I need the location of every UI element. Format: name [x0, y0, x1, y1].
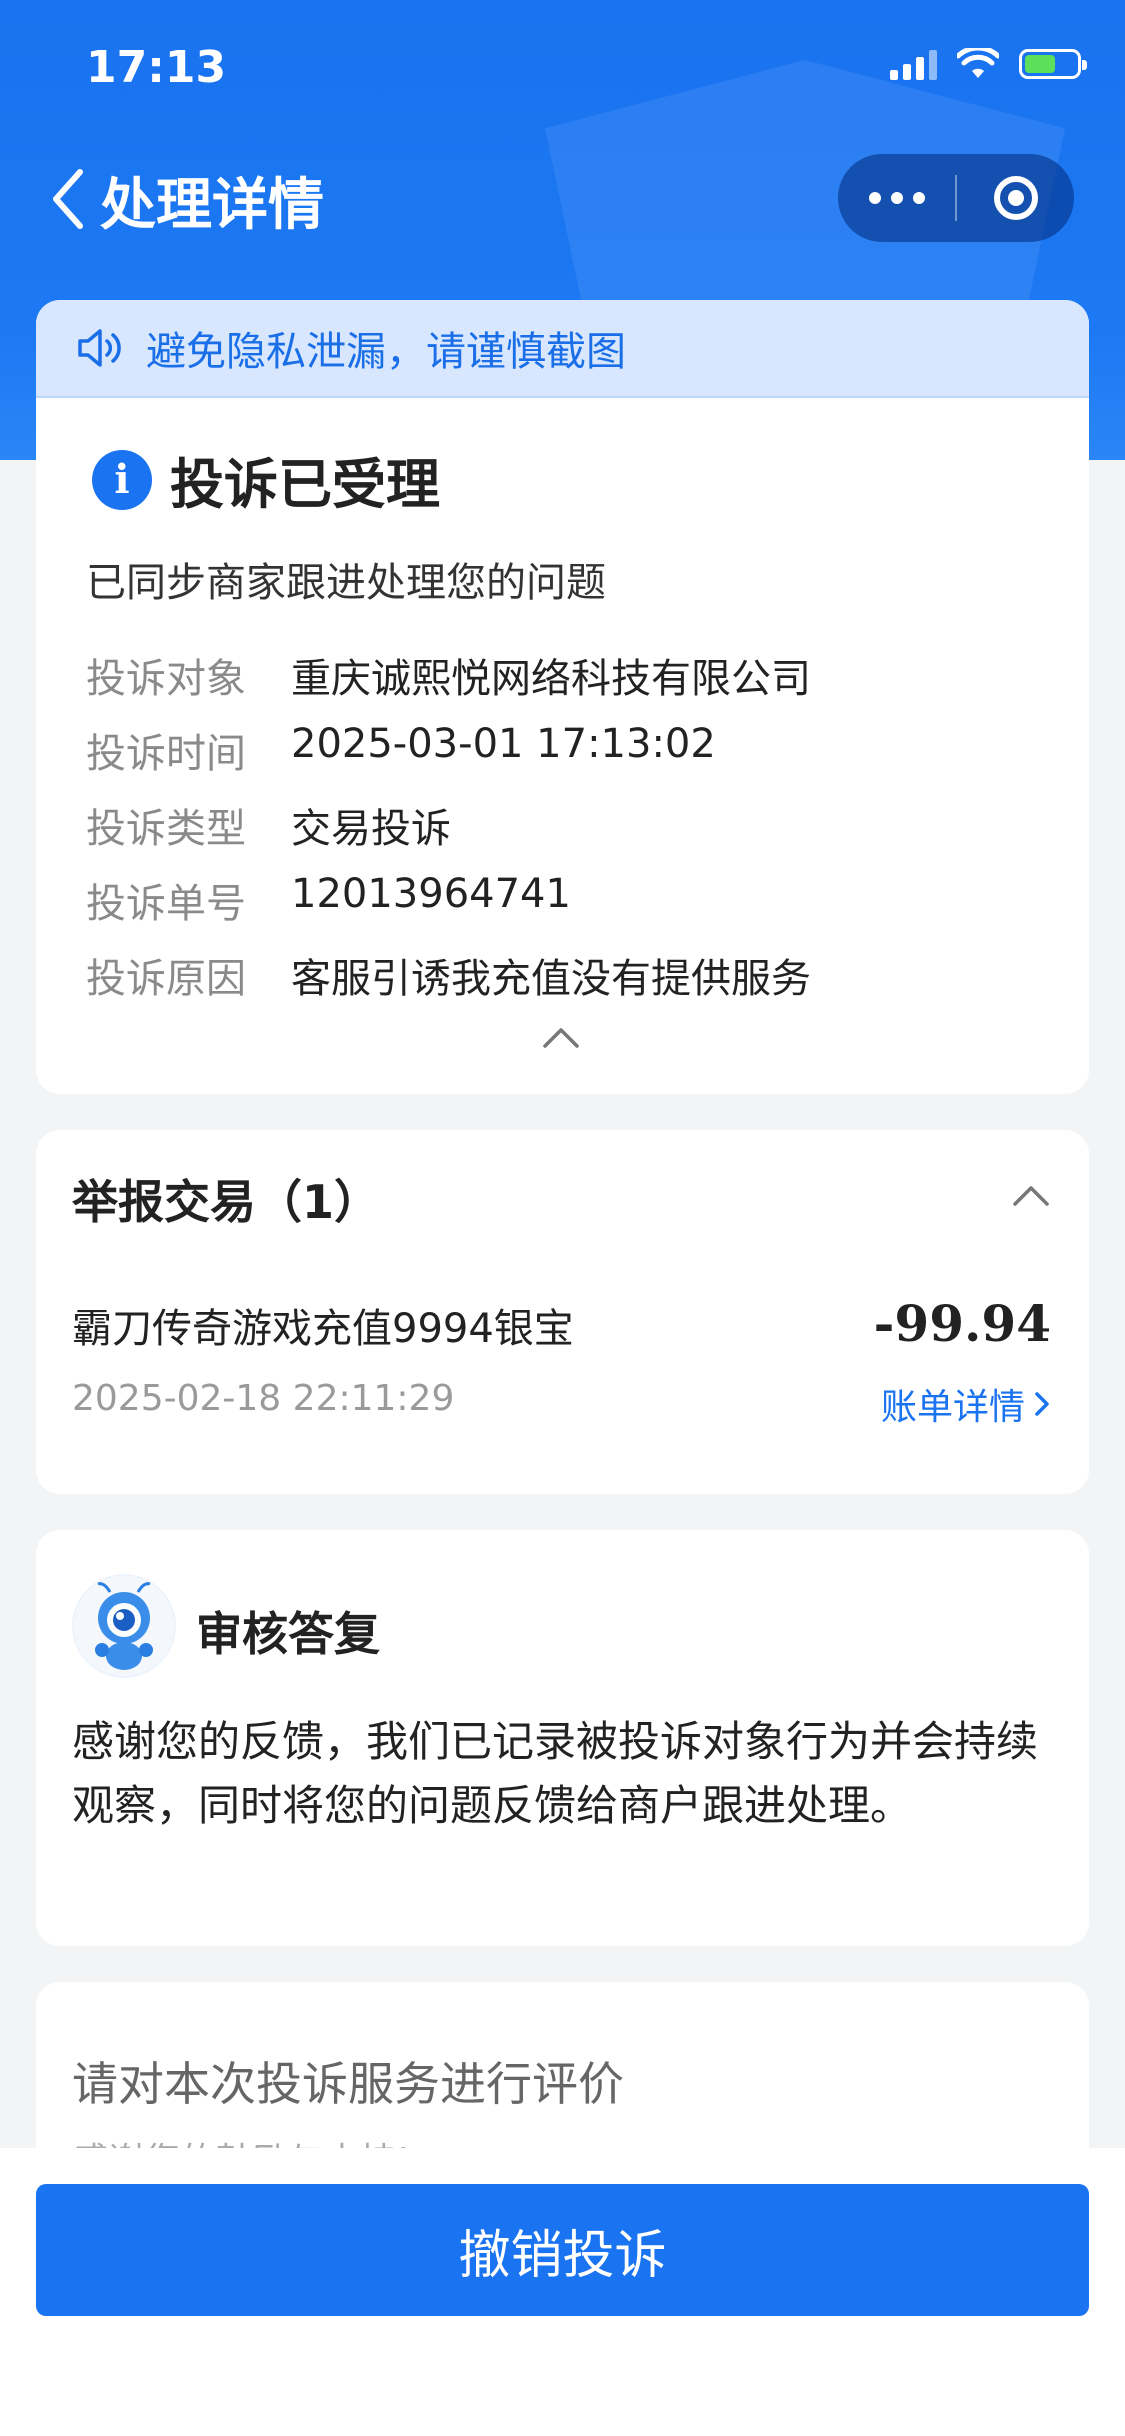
field-value: 12013964741 — [291, 871, 571, 917]
signal-icon — [890, 48, 937, 80]
transaction-name: 霸刀传奇游戏充值9994银宝 — [72, 1306, 574, 1352]
rating-title: 请对本次投诉服务进行评价 — [72, 2057, 624, 2111]
status-title: 投诉已受理 — [170, 453, 440, 516]
field-value: 2025-03-01 17:13:02 — [291, 721, 716, 767]
review-title: 审核答复 — [196, 1607, 380, 1661]
complaint-status-card: 避免隐私泄漏，请谨慎截图 i 投诉已受理 已同步商家跟进处理您的问题 投诉对象 … — [36, 300, 1089, 1094]
page-title: 处理详情 — [100, 173, 324, 238]
transaction-time: 2025-02-18 22:11:29 — [72, 1378, 455, 1419]
bill-details-label: 账单详情 — [880, 1387, 1025, 1428]
field-row: 投诉原因 客服引诱我充值没有提供服务 — [86, 946, 811, 1004]
transaction-amount: -99.94 — [873, 1294, 1051, 1353]
mini-program-capsule — [838, 154, 1074, 242]
chevron-right-icon — [1035, 1392, 1049, 1416]
close-mini-program-button[interactable] — [957, 154, 1074, 242]
field-label: 投诉对象 — [86, 656, 246, 702]
field-row: 投诉单号 12013964741 — [86, 871, 571, 929]
field-value: 重庆诚熙悦网络科技有限公司 — [291, 656, 811, 702]
info-icon: i — [92, 449, 152, 510]
bottom-action-bar: 撤销投诉 — [0, 2148, 1125, 2436]
field-label: 投诉时间 — [86, 731, 246, 777]
privacy-notice-text: 避免隐私泄漏，请谨慎截图 — [146, 329, 626, 375]
privacy-notice: 避免隐私泄漏，请谨慎截图 — [36, 300, 1089, 398]
field-label: 投诉原因 — [86, 956, 246, 1002]
chevron-up-icon[interactable] — [1011, 1180, 1051, 1210]
status-icons — [890, 48, 1087, 80]
status-subline: 已同步商家跟进处理您的问题 — [86, 560, 606, 606]
robot-avatar — [72, 1574, 176, 1678]
field-label: 投诉单号 — [86, 881, 246, 927]
reported-transactions-card: 举报交易（1） 霸刀传奇游戏充值9994银宝 -99.94 2025-02-18… — [36, 1130, 1089, 1494]
section-title: 举报交易（1） — [72, 1175, 381, 1229]
wifi-icon — [957, 48, 999, 78]
cancel-complaint-button[interactable]: 撤销投诉 — [36, 2184, 1089, 2316]
battery-icon — [1019, 49, 1087, 79]
status-time: 17:13 — [86, 42, 227, 93]
field-value: 交易投诉 — [291, 806, 451, 852]
field-row: 投诉类型 交易投诉 — [86, 796, 451, 854]
more-icon[interactable] — [838, 154, 955, 242]
target-icon — [993, 176, 1038, 220]
field-row: 投诉时间 2025-03-01 17:13:02 — [86, 721, 716, 779]
review-reply-card: 审核答复 感谢您的反馈，我们已记录被投诉对象行为并会持续观察，同时将您的问题反馈… — [36, 1530, 1089, 1946]
field-value: 客服引诱我充值没有提供服务 — [291, 956, 811, 1002]
field-row: 投诉对象 重庆诚熙悦网络科技有限公司 — [86, 646, 811, 704]
back-icon[interactable] — [44, 164, 94, 234]
status-row: i 投诉已受理 — [92, 440, 440, 519]
speaker-icon — [78, 329, 121, 367]
field-label: 投诉类型 — [86, 806, 246, 852]
review-text: 感谢您的反馈，我们已记录被投诉对象行为并会持续观察，同时将您的问题反馈给商户跟进… — [72, 1717, 1039, 1830]
bill-details-link[interactable]: 账单详情 — [881, 1378, 1051, 1430]
chevron-up-icon[interactable] — [541, 1022, 581, 1052]
